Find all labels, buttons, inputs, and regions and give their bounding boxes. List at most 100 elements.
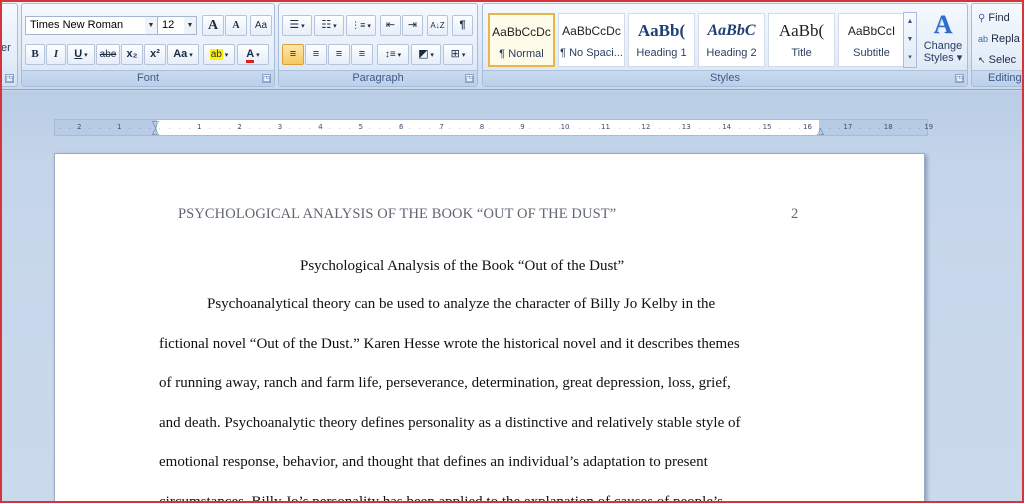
shrink-font-button[interactable]: A [225,15,247,36]
ruler-minor-tick: · [539,126,541,132]
change-styles-label-2: Styles ▾ [923,52,963,64]
gallery-scroll[interactable]: ▲ ▼ ▾ [903,12,917,68]
bullets-button[interactable]: ☰ ▾ [282,15,312,36]
horizontal-ruler[interactable]: 2 1 1 2 3 4 5 6 7 8 9 10 11 12 13 14 15 16 17 18 19 · · · · · · · · ·… [54,119,933,136]
ruler-minor-tick: · [879,126,881,132]
numbering-icon: ☷ [321,19,332,31]
ruler-minor-tick: · [569,126,571,132]
ruler-minor-tick: · [769,126,771,132]
paragraph-dialog-launcher-icon[interactable]: ◳ [465,74,474,83]
bold-button[interactable]: B [25,44,45,65]
decrease-indent-icon: ⇤ [385,19,396,31]
styles-dialog-launcher-icon[interactable]: ◳ [955,74,964,83]
bold-icon: B [31,48,39,60]
ruler-minor-tick: · [439,126,441,132]
sort-button[interactable]: A↓Z [427,15,448,36]
highlight-button[interactable]: ab ▾ [203,44,235,65]
style-tile-no-spaci[interactable]: AaBbCcDc ¶ No Spaci... [558,13,625,67]
italic-button[interactable]: I [46,44,66,65]
grow-font-button[interactable]: A [202,15,224,36]
ruler-minor-tick: · [619,126,621,132]
right-indent-marker[interactable]: △ [817,127,824,136]
select-button[interactable]: ↖ Selec [978,54,1016,66]
scroll-down-icon[interactable]: ▼ [904,31,916,49]
ruler-minor-tick: · [779,126,781,132]
running-head: PSYCHOLOGICAL ANALYSIS OF THE BOOK “OUT … [178,206,617,222]
document-line: of running away, ranch and farm life, pe… [159,375,731,391]
decrease-indent-button[interactable]: ⇤ [380,15,401,36]
chevron-down-icon[interactable]: ▼ [184,17,196,34]
cursor-icon: ↖ [978,55,986,65]
scroll-up-icon[interactable]: ▲ [904,13,916,31]
hanging-indent-marker[interactable]: △ [152,127,159,136]
change-styles-label-1: Change [923,40,963,52]
ruler-minor-tick: · [679,126,681,132]
justify-icon: ≡ [358,48,366,60]
style-tile-normal[interactable]: AaBbCcDc ¶ Normal [488,13,555,67]
highlighter-icon: ab [209,49,223,60]
find-label: Find [988,12,1010,24]
find-button[interactable]: ⚲ Find [978,12,1010,24]
ruler-minor-tick: · [89,126,91,132]
center-button[interactable]: ≡ [305,44,327,65]
style-sample: AaBbCcDc [562,24,621,38]
ruler-minor-tick: · [229,126,231,132]
align-left-button[interactable]: ≡ [282,44,304,65]
document-page[interactable]: PSYCHOLOGICAL ANALYSIS OF THE BOOK “OUT … [54,153,925,503]
style-name: Title [791,47,812,59]
document-line: emotional response, behavior, and though… [159,454,708,470]
paragraph-group-label: Paragraph [279,70,477,86]
style-tile-subtitle[interactable]: AaBbCcI Subtitle [838,13,905,67]
styles-group-label: Styles [483,70,967,86]
ruler-minor-tick: · [379,126,381,132]
clipboard-launcher-icon[interactable]: ◳ [5,74,14,83]
ruler-minor-tick: · [699,126,701,132]
styles-group: AaBbCcDc ¶ Normal AaBbCcDc ¶ No Spaci... AaB… [482,3,968,87]
ruler-minor-tick: · [299,126,301,132]
bullets-icon: ☰ [289,19,300,31]
line-spacing-button[interactable]: ↕≡ ▾ [377,44,409,65]
font-name-combo[interactable]: Times New Roman ▼ [25,16,158,35]
ruler-minor-tick: · [629,126,631,132]
style-tile-title[interactable]: AaBb( Title [768,13,835,67]
gallery-more-icon[interactable]: ▾ [904,49,916,67]
replace-label: Repla [991,33,1020,45]
align-center-icon: ≡ [312,48,320,60]
borders-button[interactable]: ⊞ ▾ [443,44,473,65]
align-right-button[interactable]: ≡ [328,44,350,65]
font-size-combo[interactable]: 12 ▼ [157,16,197,35]
ruler-minor-tick: · [749,126,751,132]
ruler-minor-tick: · [289,126,291,132]
ruler-minor-tick: · [329,126,331,132]
superscript-button[interactable]: x² [144,44,166,65]
line-spacing-icon: ↕≡ [384,49,396,60]
ruler-minor-tick: · [219,126,221,132]
paragraph-group: ☰ ▾ ☷ ▾ ⋮≡ ▾ ⇤ ⇥ A↓Z ¶ ≡ ≡ ≡ ≡ ↕≡ ▾ ◩ ▾ … [278,3,478,87]
strikethrough-button[interactable]: abe [96,44,120,65]
ruler-minor-tick: · [579,126,581,132]
style-sample: AaBb( [778,21,825,40]
font-color-button[interactable]: A ▾ [237,44,269,65]
change-case-button[interactable]: Aa ▾ [167,44,199,65]
style-tile-heading-1[interactable]: AaBb(Heading 1 [628,13,695,67]
numbering-button[interactable]: ☷ ▾ [314,15,344,36]
ruler-minor-tick: · [359,126,361,132]
replace-button[interactable]: ab Repla [978,33,1020,45]
justify-button[interactable]: ≡ [351,44,373,65]
increase-indent-button[interactable]: ⇥ [402,15,423,36]
subscript-button[interactable]: x₂ [121,44,143,65]
ruler-minor-tick: · [169,126,171,132]
change-case-icon: Aa [173,48,188,60]
style-tile-heading-2[interactable]: AaBbC Heading 2 [698,13,765,67]
ruler-minor-tick: · [789,126,791,132]
shrink-font-icon: A [232,20,240,31]
change-styles-button[interactable]: A Change Styles ▾ [921,10,965,72]
show-hide-marks-button[interactable]: ¶ [452,15,473,36]
chevron-down-icon[interactable]: ▼ [145,17,157,34]
font-dialog-launcher-icon[interactable]: ◳ [262,74,271,83]
multilevel-list-button[interactable]: ⋮≡ ▾ [346,15,376,36]
shading-button[interactable]: ◩ ▾ [411,44,441,65]
editing-group: ⚲ Find ab Repla ↖ Selec Editing [971,3,1024,87]
underline-button[interactable]: U ▾ [67,44,95,65]
clear-formatting-button[interactable]: Aa [250,15,272,36]
